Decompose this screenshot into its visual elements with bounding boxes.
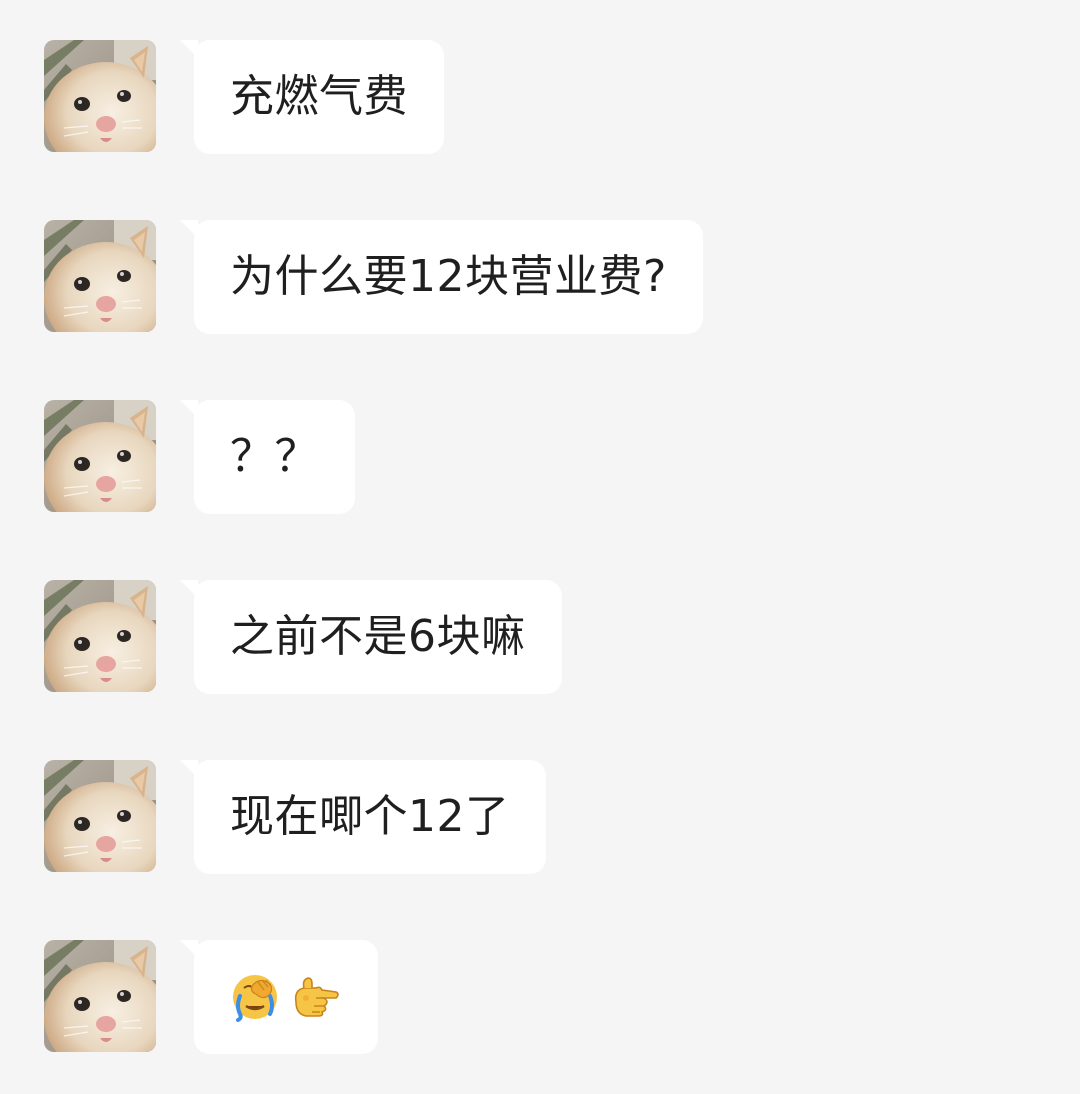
message-bubble[interactable]: 充燃气费 bbox=[180, 40, 444, 154]
avatar[interactable] bbox=[44, 760, 156, 872]
message-bubble[interactable]: ？？ bbox=[180, 400, 355, 514]
avatar[interactable] bbox=[44, 400, 156, 512]
message-text: ？？ bbox=[230, 431, 319, 482]
message-text: 为什么要12块营业费? bbox=[230, 251, 667, 302]
message-bubble[interactable]: 为什么要12块营业费? bbox=[180, 220, 703, 334]
message-bubble[interactable] bbox=[180, 940, 378, 1054]
message-text: 现在唧个12了 bbox=[230, 791, 510, 842]
pointing-hand-emoji bbox=[294, 977, 339, 1017]
emoji-group bbox=[230, 972, 342, 1022]
chat-area: 充燃气费 为什么要12块营业费? ？？ 之前不是6块嘛 现在唧个12了 bbox=[0, 0, 1080, 1094]
avatar[interactable] bbox=[44, 220, 156, 332]
avatar[interactable] bbox=[44, 40, 156, 152]
message-bubble[interactable]: 之前不是6块嘛 bbox=[180, 580, 562, 694]
avatar[interactable] bbox=[44, 580, 156, 692]
avatar[interactable] bbox=[44, 940, 156, 1052]
message-bubble[interactable]: 现在唧个12了 bbox=[180, 760, 546, 874]
facepalm-crying-emoji bbox=[233, 975, 277, 1022]
message-text: 充燃气费 bbox=[230, 71, 408, 122]
message-text: 之前不是6块嘛 bbox=[230, 611, 526, 662]
